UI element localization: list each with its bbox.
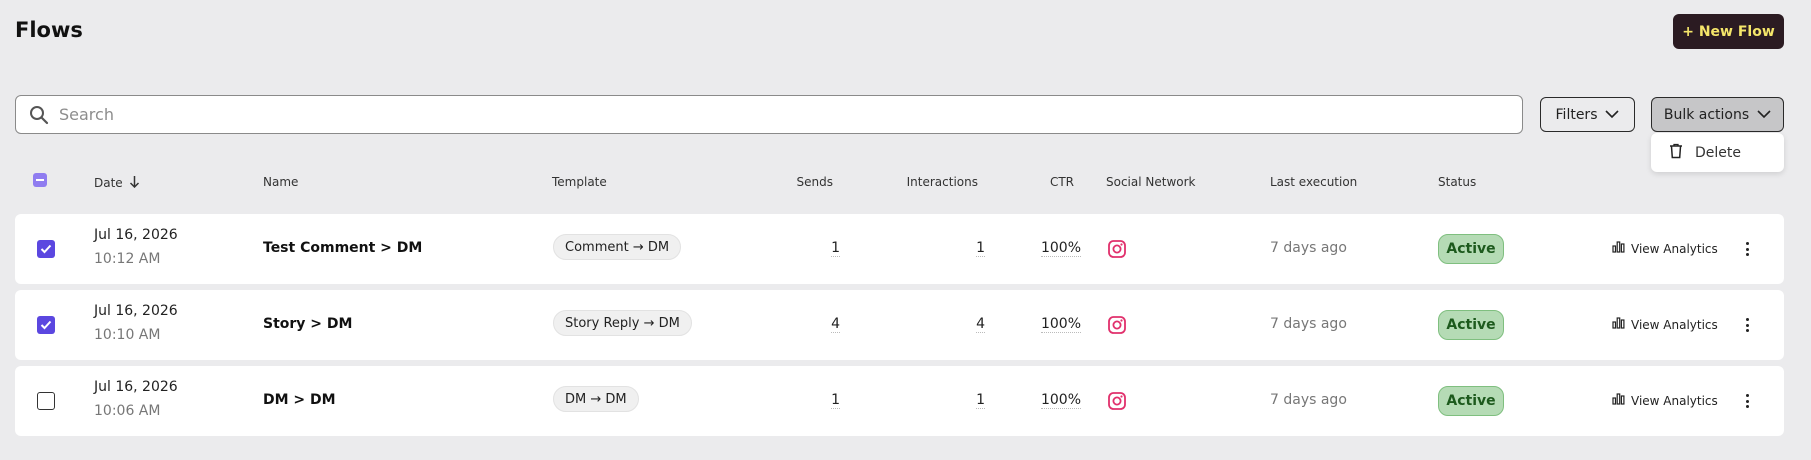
row-checkbox[interactable] [37,392,55,410]
row-time: 10:10 AM [94,327,161,343]
row-last-execution: 7 days ago [1270,240,1347,256]
arrow-down-icon [129,175,140,191]
delete-menu-item[interactable]: Delete [1651,133,1784,172]
table-row[interactable]: Jul 16, 2026 10:12 AM Test Comment > DM … [15,214,1784,284]
last-execution-column-header: Last execution [1270,175,1358,189]
status-column-header: Status [1438,175,1477,189]
row-time: 10:12 AM [94,251,161,267]
row-time: 10:06 AM [94,403,161,419]
more-options-icon[interactable] [1744,391,1750,411]
row-checkbox[interactable] [37,240,55,258]
template-badge: Comment → DM [553,234,682,260]
ctr-column-header: CTR [1049,175,1074,189]
delete-label: Delete [1695,144,1741,161]
status-badge: Active [1438,310,1504,340]
trash-icon [1669,143,1683,163]
row-ctr: 100% [1040,240,1081,257]
row-interactions: 1 [976,240,985,257]
filters-button[interactable]: Filters [1540,97,1635,132]
filters-label: Filters [1555,106,1598,123]
view-analytics-link[interactable]: View Analytics [1612,317,1718,332]
status-badge: Active [1438,386,1504,416]
bar-chart-icon [1612,317,1625,332]
row-date: Jul 16, 2026 [94,379,178,395]
template-badge: DM → DM [553,386,639,412]
select-all-checkbox[interactable] [33,173,47,187]
row-last-execution: 7 days ago [1270,316,1347,332]
row-checkbox[interactable] [37,316,55,334]
view-analytics-link[interactable]: View Analytics [1612,393,1718,408]
row-name[interactable]: DM > DM [263,392,336,408]
row-date: Jul 16, 2026 [94,303,178,319]
view-analytics-link[interactable]: View Analytics [1612,241,1718,256]
row-ctr: 100% [1040,316,1081,333]
row-interactions: 4 [976,316,985,333]
search-icon [29,105,49,125]
instagram-icon [1107,391,1127,411]
instagram-icon [1107,239,1127,259]
table-header: Date Name Template Sends Interactions CT… [0,170,1811,194]
interactions-column-header: Interactions [906,175,978,189]
more-options-icon[interactable] [1744,315,1750,335]
search-input[interactable] [59,105,1459,124]
name-column-header: Name [263,175,299,189]
row-sends: 1 [831,240,840,257]
page-title: Flows [15,18,83,42]
row-name[interactable]: Test Comment > DM [263,240,422,256]
row-sends: 1 [831,392,840,409]
row-interactions: 1 [976,392,985,409]
bulk-actions-menu: Delete [1651,133,1784,172]
bulk-actions-button[interactable]: Bulk actions [1651,97,1784,132]
table-row[interactable]: Jul 16, 2026 10:10 AM Story > DM Story R… [15,290,1784,360]
row-last-execution: 7 days ago [1270,392,1347,408]
date-column-header[interactable]: Date [94,175,140,191]
row-date: Jul 16, 2026 [94,227,178,243]
instagram-icon [1107,315,1127,335]
bar-chart-icon [1612,241,1625,256]
template-badge: Story Reply → DM [553,310,692,336]
chevron-down-icon [1605,107,1620,123]
bulk-actions-label: Bulk actions [1663,106,1750,123]
chevron-down-icon [1757,107,1771,123]
template-column-header: Template [552,175,607,189]
row-sends: 4 [831,316,840,333]
new-flow-button[interactable]: + New Flow [1673,14,1784,49]
row-ctr: 100% [1040,392,1081,409]
status-badge: Active [1438,234,1504,264]
more-options-icon[interactable] [1744,239,1750,259]
row-name[interactable]: Story > DM [263,316,352,332]
bar-chart-icon [1612,393,1625,408]
table-row[interactable]: Jul 16, 2026 10:06 AM DM > DM DM → DM 1 … [15,366,1784,436]
social-network-column-header: Social Network [1106,175,1196,189]
sends-column-header: Sends [796,175,833,189]
search-box[interactable] [15,95,1523,134]
